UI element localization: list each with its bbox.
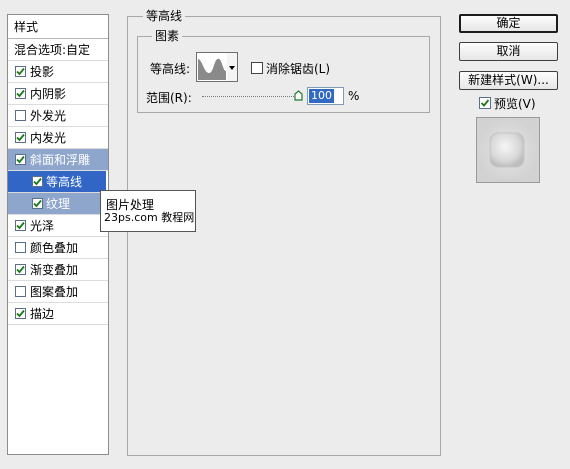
style-item-label: 渐变叠加 (30, 263, 79, 277)
check-icon (33, 199, 42, 208)
elements-subgroup-title: 图素 (152, 29, 183, 43)
chevron-down-icon (229, 66, 235, 70)
contour-picker-thumbnail[interactable] (196, 52, 228, 82)
range-input[interactable]: 100 (307, 87, 344, 105)
styles-list-panel: 样式 混合选项:自定 投影内阴影外发光内发光斜面和浮雕等高线纹理光泽颜色叠加渐变… (7, 14, 109, 455)
style-item-checkbox[interactable] (15, 308, 26, 319)
style-item[interactable]: 图案叠加 (8, 281, 108, 303)
blend-options-label: 混合选项:自定 (14, 43, 91, 57)
style-item[interactable]: 投影 (8, 61, 108, 83)
contour-dropdown-button[interactable] (227, 52, 238, 82)
range-unit: % (348, 89, 360, 103)
style-item-label: 光泽 (30, 219, 55, 233)
style-item[interactable]: 纹理 (8, 193, 106, 215)
style-item-checkbox[interactable] (15, 154, 26, 165)
style-item[interactable]: 等高线 (8, 171, 106, 193)
preview-label: 预览(V) (494, 97, 536, 111)
new-style-button[interactable]: 新建样式(W)... (459, 71, 558, 90)
style-item[interactable]: 斜面和浮雕 (8, 149, 108, 171)
style-item[interactable]: 内阴影 (8, 83, 108, 105)
contour-label: 等高线: (150, 62, 191, 76)
check-icon (16, 89, 25, 98)
watermark-box: 图片处理 23ps.com 教程网 (100, 190, 196, 232)
cancel-button[interactable]: 取消 (459, 42, 558, 61)
contour-group-title: 等高线 (143, 9, 186, 23)
range-slider-thumb[interactable] (294, 90, 303, 104)
range-label: 范围(R): (146, 91, 192, 105)
style-item[interactable]: 描边 (8, 303, 108, 325)
style-item-checkbox[interactable] (15, 66, 26, 77)
style-item-checkbox[interactable] (32, 176, 43, 187)
check-icon (16, 155, 25, 164)
style-item-checkbox[interactable] (15, 220, 26, 231)
style-item-checkbox[interactable] (15, 264, 26, 275)
style-item-label: 内发光 (30, 131, 67, 145)
check-icon (480, 99, 490, 107)
style-item-label: 斜面和浮雕 (30, 153, 91, 167)
style-item-checkbox[interactable] (32, 198, 43, 209)
style-item-label: 图案叠加 (30, 285, 79, 299)
check-icon (16, 309, 25, 318)
style-item-checkbox[interactable] (15, 286, 26, 297)
style-item-checkbox[interactable] (15, 88, 26, 99)
style-item-label: 等高线 (46, 175, 83, 189)
style-item-label: 内阴影 (30, 87, 67, 101)
range-value: 100 (309, 89, 334, 103)
style-item[interactable]: 渐变叠加 (8, 259, 108, 281)
check-icon (16, 265, 25, 274)
styles-header: 样式 (8, 15, 108, 39)
style-item-label: 外发光 (30, 109, 67, 123)
style-item[interactable]: 外发光 (8, 105, 108, 127)
style-item-checkbox[interactable] (15, 242, 26, 253)
check-icon (33, 177, 42, 186)
antialias-checkbox[interactable] (251, 62, 263, 74)
range-slider-track[interactable] (202, 96, 298, 97)
style-item[interactable]: 颜色叠加 (8, 237, 108, 259)
watermark-line-2: 23ps.com 教程网 (104, 211, 195, 224)
contour-curve-icon (198, 58, 226, 80)
style-item[interactable]: 内发光 (8, 127, 108, 149)
check-icon (16, 133, 25, 142)
style-item-label: 投影 (30, 65, 55, 79)
blend-options-item[interactable]: 混合选项:自定 (8, 39, 108, 61)
style-item-checkbox[interactable] (15, 132, 26, 143)
preview-checkbox[interactable] (479, 97, 491, 109)
style-item-label: 纹理 (46, 197, 71, 211)
style-preview-thumbnail (476, 117, 540, 183)
ok-button[interactable]: 确定 (459, 14, 558, 33)
antialias-label: 消除锯齿(L) (266, 62, 331, 76)
style-item-label: 颜色叠加 (30, 241, 79, 255)
style-item-label: 描边 (30, 307, 55, 321)
check-icon (16, 67, 25, 76)
style-item[interactable]: 光泽 (8, 215, 108, 237)
check-icon (16, 221, 25, 230)
style-item-checkbox[interactable] (15, 110, 26, 121)
